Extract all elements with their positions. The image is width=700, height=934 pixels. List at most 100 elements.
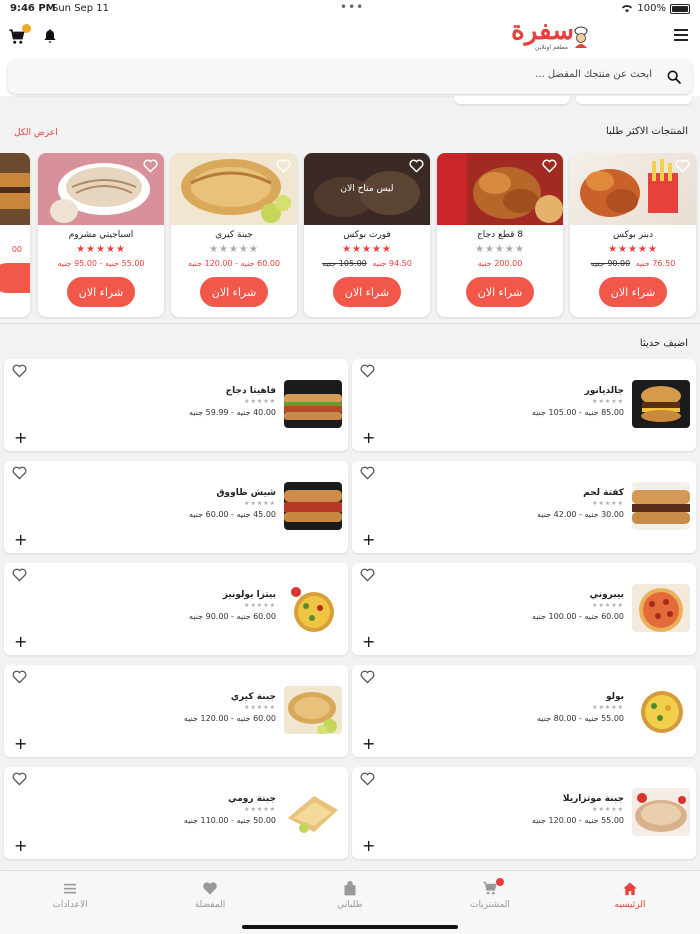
- favorite-heart-icon[interactable]: [12, 466, 27, 480]
- search-input[interactable]: [52, 69, 652, 80]
- product-rating: ★★★★★: [592, 602, 624, 609]
- favorite-heart-icon[interactable]: [360, 364, 375, 378]
- product-thumbnail: [284, 584, 342, 632]
- buy-now-button[interactable]: شراء الان: [200, 277, 268, 307]
- home-indicator[interactable]: [242, 925, 458, 929]
- cart-count-badge: [496, 878, 504, 886]
- price-current: 94.50 جنيه: [372, 259, 412, 268]
- wifi-icon: [622, 5, 633, 13]
- product-card[interactable]: جبنة كيري ★★★★★ 60.00 جنيه - 120.00 جنيه…: [171, 153, 297, 317]
- product-name: بيبروني: [589, 590, 624, 600]
- favorite-heart-icon[interactable]: [143, 159, 158, 173]
- add-to-cart-button[interactable]: +: [362, 532, 375, 548]
- product-name: جبنة كيري: [230, 692, 276, 702]
- product-name: بيتزا بولونيز: [222, 590, 276, 600]
- product-rating: ★★★★★: [592, 704, 624, 711]
- add-to-cart-button[interactable]: +: [362, 430, 375, 446]
- popular-products-carousel[interactable]: دبنر بوكس ★★★★★ 76.50 جنيه 90.00 جنيه شر…: [0, 153, 700, 319]
- product-card[interactable]: دبنر بوكس ★★★★★ 76.50 جنيه 90.00 جنيه شر…: [570, 153, 696, 317]
- add-to-cart-button[interactable]: +: [362, 634, 375, 650]
- favorite-heart-icon[interactable]: [12, 670, 27, 684]
- buy-now-button[interactable]: شراء الان: [333, 277, 401, 307]
- recent-product-card[interactable]: بيتزا بولونيز ★★★★★ 60.00 جنيه - 90.00 ج…: [4, 563, 348, 655]
- category-card-partial[interactable]: [454, 96, 570, 104]
- category-card-partial[interactable]: [576, 96, 692, 104]
- settings-icon: [64, 883, 76, 894]
- product-name: جبنة موتزاريلا: [562, 794, 624, 804]
- price-old: 105.00 جنيه: [322, 259, 367, 268]
- unavailable-overlay: ليس متاح الان: [340, 184, 394, 194]
- product-price: 45.00 جنيه - 60.00 جنيه: [189, 510, 276, 519]
- favorite-heart-icon[interactable]: [360, 670, 375, 684]
- product-card[interactable]: 00: [0, 153, 30, 317]
- tab-purchases[interactable]: المشتريات: [440, 878, 540, 910]
- recent-product-card[interactable]: جالديانور ★★★★★ 85.00 جنيه - 105.00 جنيه…: [352, 359, 696, 451]
- search-icon[interactable]: [666, 69, 682, 85]
- logo-subtitle: مطعم اونلاين: [535, 44, 568, 51]
- product-card[interactable]: 8 قطع دجاج ★★★★★ 200.00 جنيه شراء الان: [437, 153, 563, 317]
- add-to-cart-button[interactable]: +: [14, 736, 27, 752]
- tab-label: المفضلة: [194, 900, 226, 910]
- recent-product-card[interactable]: فاهيتا دجاج ★★★★★ 40.00 جنيه - 59.99 جني…: [4, 359, 348, 451]
- product-rating: ★★★★★: [592, 500, 624, 507]
- add-to-cart-button[interactable]: +: [14, 634, 27, 650]
- add-to-cart-button[interactable]: +: [14, 532, 27, 548]
- recent-product-card[interactable]: بيبروني ★★★★★ 60.00 جنيه - 100.00 جنيه +: [352, 563, 696, 655]
- multitask-dots[interactable]: •••: [340, 0, 364, 14]
- recent-product-card[interactable]: كفتة لحم ★★★★★ 30.00 جنيه - 42.00 جنيه +: [352, 461, 696, 553]
- product-price: 76.50 جنيه 90.00 جنيه: [570, 259, 696, 268]
- tab-home[interactable]: الرئيسيه: [580, 881, 680, 910]
- product-image: [0, 153, 30, 225]
- product-thumbnail: [632, 380, 690, 428]
- tab-favorites[interactable]: المفضلة: [160, 881, 260, 910]
- product-image: [171, 153, 297, 225]
- product-card[interactable]: ليس متاح الان فورت بوكس ★★★★★ 94.50 جنيه…: [304, 153, 430, 317]
- recent-product-card[interactable]: جبنة رومي ★★★★★ 50.00 جنيه - 110.00 جنيه…: [4, 767, 348, 859]
- product-rating: ★★★★★: [608, 244, 658, 255]
- buy-now-button[interactable]: [0, 263, 30, 293]
- product-rating: ★★★★★: [76, 244, 126, 255]
- tab-label: الرئيسيه: [614, 900, 646, 910]
- tab-orders[interactable]: طلباتي: [300, 881, 400, 910]
- product-rating: ★★★★★: [475, 244, 525, 255]
- bell-icon[interactable]: [42, 28, 58, 44]
- favorite-heart-icon[interactable]: [360, 568, 375, 582]
- product-price: 200.00 جنيه: [437, 259, 563, 268]
- product-price: 40.00 جنيه - 59.99 جنيه: [189, 408, 276, 417]
- add-to-cart-button[interactable]: +: [362, 838, 375, 854]
- favorite-heart-icon[interactable]: [276, 159, 291, 173]
- favorite-heart-icon[interactable]: [542, 159, 557, 173]
- buy-now-button[interactable]: شراء الان: [67, 277, 135, 307]
- product-price: 55.00 جنيه - 80.00 جنيه: [537, 714, 624, 723]
- tab-label: المشتريات: [470, 900, 510, 910]
- see-all-link[interactable]: اعرض الكل: [14, 128, 58, 138]
- buy-now-button[interactable]: شراء الان: [466, 277, 534, 307]
- recent-product-card[interactable]: بولو ★★★★★ 55.00 جنيه - 80.00 جنيه +: [352, 665, 696, 757]
- product-price: 94.50 جنيه 105.00 جنيه: [304, 259, 430, 268]
- product-name: كفتة لحم: [583, 488, 624, 498]
- favorite-heart-icon[interactable]: [675, 159, 690, 173]
- recent-product-card[interactable]: جبنة كيري ★★★★★ 60.00 جنيه - 120.00 جنيه…: [4, 665, 348, 757]
- favorite-heart-icon[interactable]: [360, 772, 375, 786]
- add-to-cart-button[interactable]: +: [362, 736, 375, 752]
- add-to-cart-button[interactable]: +: [14, 430, 27, 446]
- favorite-heart-icon[interactable]: [12, 568, 27, 582]
- menu-icon[interactable]: [674, 29, 688, 41]
- recent-product-card[interactable]: جبنة موتزاريلا ★★★★★ 55.00 جنيه - 120.00…: [352, 767, 696, 859]
- price-current: 76.50 جنيه: [635, 259, 676, 268]
- product-rating: ★★★★★: [592, 398, 624, 405]
- product-thumbnail: [284, 686, 342, 734]
- favorite-heart-icon[interactable]: [12, 364, 27, 378]
- product-name: [0, 230, 30, 241]
- recent-product-card[interactable]: شيش طاووق ★★★★★ 45.00 جنيه - 60.00 جنيه …: [4, 461, 348, 553]
- price-old: 90.00 جنيه: [590, 259, 631, 268]
- tab-settings[interactable]: الاعدادات: [20, 881, 120, 910]
- product-name: اسباجيتي مشروم: [68, 230, 134, 240]
- product-card[interactable]: اسباجيتي مشروم ★★★★★ 55.00 جنيه - 95.00 …: [38, 153, 164, 317]
- price-current: 00: [11, 245, 22, 254]
- favorite-heart-icon[interactable]: [360, 466, 375, 480]
- buy-now-button[interactable]: شراء الان: [599, 277, 667, 307]
- add-to-cart-button[interactable]: +: [14, 838, 27, 854]
- favorite-heart-icon[interactable]: [409, 159, 424, 173]
- favorite-heart-icon[interactable]: [12, 772, 27, 786]
